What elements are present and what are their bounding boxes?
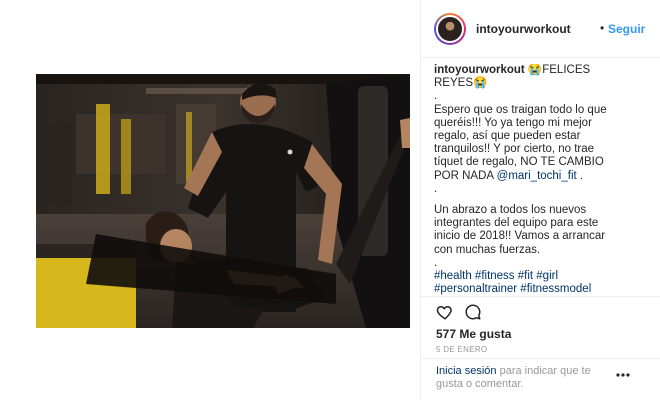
caption-hashtags[interactable]: #health #fitness #fit #girl #personaltra… xyxy=(434,270,622,296)
login-prompt: Inicia sesión para indicar que te gusta … xyxy=(436,365,616,391)
gym-photo-illustration xyxy=(36,74,410,328)
post-date[interactable]: 5 DE ENERO xyxy=(436,345,487,354)
caption-dot: . xyxy=(434,90,438,103)
avatar-image xyxy=(436,15,464,43)
instagram-post-page: intoyourworkout • Seguir intoyourworkout… xyxy=(0,0,660,400)
avatar[interactable] xyxy=(434,13,466,45)
follow-button[interactable]: Seguir xyxy=(608,22,645,36)
separator-dot: • xyxy=(600,21,605,35)
caption-dot: . xyxy=(434,256,438,269)
ellipsis-icon[interactable] xyxy=(616,373,630,377)
likes-count[interactable]: 577 Me gusta xyxy=(436,327,511,341)
post-caption: intoyourworkout 😭FELICES REYES😭 . Espero… xyxy=(434,64,622,296)
post-photo[interactable] xyxy=(36,74,410,328)
caption-paragraph-1: Espero que os traigan todo lo que queréi… xyxy=(434,104,622,183)
post-header: intoyourworkout • Seguir xyxy=(420,0,660,58)
heart-icon[interactable] xyxy=(436,303,454,321)
caption-username[interactable]: intoyourworkout xyxy=(434,64,525,76)
caption-first-line: intoyourworkout 😭FELICES REYES😭 xyxy=(434,64,622,90)
caption-paragraph-1-end: . xyxy=(576,169,584,182)
login-prompt-bar: Inicia sesión para indicar que te gusta … xyxy=(420,358,660,400)
post-actions: 577 Me gusta 5 DE ENERO xyxy=(420,296,660,358)
caption-paragraph-2: Un abrazo a todos los nuevos integrantes… xyxy=(434,204,606,256)
caption-mention-link[interactable]: @mari_tochi_fit xyxy=(497,170,577,182)
comment-icon[interactable] xyxy=(464,303,482,321)
caption-dot: . xyxy=(434,182,438,195)
login-link[interactable]: Inicia sesión xyxy=(436,365,497,377)
header-username[interactable]: intoyourworkout xyxy=(476,22,571,36)
